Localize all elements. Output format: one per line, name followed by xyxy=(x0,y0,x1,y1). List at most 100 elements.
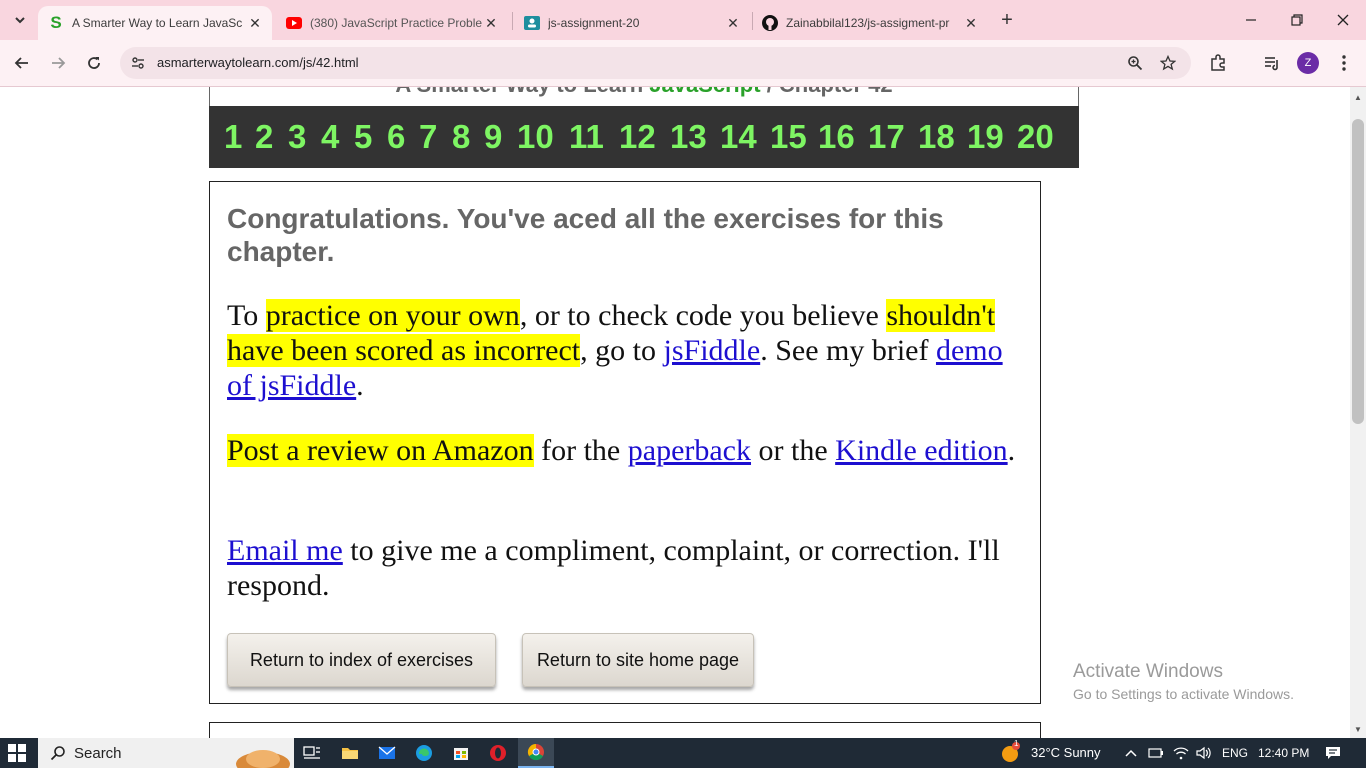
text-span: . xyxy=(1007,434,1016,467)
text-span: . See my brief xyxy=(760,334,936,367)
search-label: Search xyxy=(74,744,122,762)
text-span: To xyxy=(227,299,266,332)
windows-start-icon[interactable] xyxy=(8,744,26,762)
tab-github[interactable]: Zainabbilal123/js-assigment-pr ✕ xyxy=(752,6,988,40)
close-icon[interactable]: ✕ xyxy=(482,14,500,32)
email-paragraph: Email me to give me a compliment, compla… xyxy=(227,533,1027,603)
wifi-icon[interactable] xyxy=(1171,738,1191,768)
close-icon[interactable]: ✕ xyxy=(246,14,264,32)
paperback-link[interactable]: paperback xyxy=(628,434,751,467)
weather-text[interactable]: 32°C Sunny xyxy=(1031,745,1101,760)
exercise-link-6[interactable]: 6 xyxy=(387,118,405,156)
close-icon[interactable]: ✕ xyxy=(724,14,742,32)
scroll-up-icon[interactable]: ▲ xyxy=(1350,89,1366,105)
reload-button[interactable] xyxy=(81,50,107,76)
exercise-link-3[interactable]: 3 xyxy=(288,118,306,156)
minimize-button[interactable] xyxy=(1228,0,1274,40)
address-bar[interactable]: asmarterwaytolearn.com/js/42.html xyxy=(120,47,1191,79)
return-index-button[interactable]: Return to index of exercises xyxy=(227,633,496,687)
search-highlight-illustration xyxy=(236,750,290,768)
highlight-review: Post a review on Amazon xyxy=(227,434,534,467)
exercise-link-7[interactable]: 7 xyxy=(419,118,437,156)
exercise-link-10[interactable]: 10 xyxy=(517,118,554,156)
chrome-icon[interactable] xyxy=(518,738,554,768)
windows-taskbar: Search 1 32°C Sunny ENG 12:40 PM xyxy=(0,738,1366,768)
classroom-icon xyxy=(524,15,540,31)
email-me-link[interactable]: Email me xyxy=(227,534,343,567)
zoom-icon[interactable] xyxy=(1125,53,1145,73)
profile-avatar[interactable]: Z xyxy=(1297,52,1319,74)
notification-icon[interactable] xyxy=(1318,738,1348,768)
exercise-link-18[interactable]: 18 xyxy=(918,118,955,156)
activate-windows-title: Activate Windows xyxy=(1073,661,1223,682)
kebab-menu-icon[interactable] xyxy=(1333,52,1355,74)
back-button[interactable] xyxy=(9,50,35,76)
reload-icon xyxy=(88,57,100,69)
search-icon xyxy=(50,746,65,761)
jsfiddle-link[interactable]: jsFiddle xyxy=(664,334,761,367)
tab-asmarterway[interactable]: S A Smarter Way to Learn JavaSc ✕ xyxy=(38,6,272,40)
text-span: , go to xyxy=(580,334,664,367)
edge-icon[interactable] xyxy=(406,738,442,768)
return-home-button[interactable]: Return to site home page xyxy=(522,633,754,687)
header-suffix: / Chapter 42 xyxy=(767,87,893,97)
activate-windows-subtitle: Go to Settings to activate Windows. xyxy=(1073,686,1294,702)
tab-separator xyxy=(512,12,513,30)
language-indicator[interactable]: ENG xyxy=(1222,746,1248,760)
exercise-link-13[interactable]: 13 xyxy=(670,118,707,156)
taskbar-search-box[interactable]: Search xyxy=(38,738,294,768)
scroll-thumb[interactable] xyxy=(1352,119,1364,424)
exercise-number-bar: 1 2 3 4 5 6 7 8 9 10 11 12 13 14 15 16 1… xyxy=(209,106,1079,168)
tab-title: A Smarter Way to Learn JavaSc xyxy=(72,16,243,30)
clock-time[interactable]: 12:40 PM xyxy=(1258,746,1309,760)
exercise-link-12[interactable]: 12 xyxy=(619,118,656,156)
close-window-button[interactable] xyxy=(1320,0,1366,40)
store-icon[interactable] xyxy=(443,738,479,768)
mail-icon[interactable] xyxy=(369,738,405,768)
tab-youtube[interactable]: (380) JavaScript Practice Proble ✕ xyxy=(276,6,508,40)
extensions-icon[interactable] xyxy=(1207,52,1229,74)
exercise-link-11[interactable]: 11 xyxy=(569,118,604,156)
forward-button[interactable] xyxy=(45,50,71,76)
exercise-link-5[interactable]: 5 xyxy=(354,118,372,156)
text-span: to give me a compliment, complaint, or c… xyxy=(227,534,1000,602)
exercise-link-17[interactable]: 17 xyxy=(868,118,905,156)
arrow-left-icon xyxy=(14,57,28,69)
weather-icon[interactable]: 1 xyxy=(992,738,1028,768)
restore-icon xyxy=(1291,14,1303,26)
media-control-icon[interactable] xyxy=(1261,52,1283,74)
exercise-link-15[interactable]: 15 xyxy=(770,118,807,156)
close-icon[interactable]: ✕ xyxy=(962,14,980,32)
scroll-down-icon[interactable]: ▼ xyxy=(1350,721,1366,737)
exercise-link-8[interactable]: 8 xyxy=(452,118,470,156)
tab-search-button[interactable] xyxy=(8,8,32,32)
close-icon xyxy=(1337,14,1349,26)
tab-classroom[interactable]: js-assignment-20 ✕ xyxy=(514,6,750,40)
exercise-link-2[interactable]: 2 xyxy=(255,118,273,156)
exercise-link-4[interactable]: 4 xyxy=(321,118,339,156)
chapter-header: A Smarter Way to Learn JavaScript / Chap… xyxy=(209,87,1079,107)
file-explorer-icon[interactable] xyxy=(332,738,368,768)
star-icon[interactable] xyxy=(1158,53,1178,73)
exercise-link-14[interactable]: 14 xyxy=(720,118,757,156)
task-view-icon[interactable] xyxy=(294,738,330,768)
opera-icon[interactable] xyxy=(480,738,516,768)
restore-button[interactable] xyxy=(1274,0,1320,40)
weather-badge: 1 xyxy=(1014,739,1019,748)
site-info-icon[interactable] xyxy=(128,53,148,73)
exercise-link-1[interactable]: 1 xyxy=(224,118,242,156)
new-tab-button[interactable]: + xyxy=(995,8,1019,32)
plus-icon: + xyxy=(1001,8,1013,31)
chevron-up-icon[interactable] xyxy=(1120,738,1142,768)
exercise-link-20[interactable]: 20 xyxy=(1017,118,1054,156)
url-text[interactable]: asmarterwaytolearn.com/js/42.html xyxy=(157,55,359,70)
vertical-scrollbar[interactable]: ▲ ▼ xyxy=(1350,87,1366,738)
volume-icon[interactable] xyxy=(1194,738,1214,768)
battery-icon[interactable] xyxy=(1146,738,1166,768)
exercise-link-16[interactable]: 16 xyxy=(818,118,855,156)
exercise-link-19[interactable]: 19 xyxy=(967,118,1004,156)
text-span: . xyxy=(356,369,364,402)
youtube-icon xyxy=(286,15,302,31)
exercise-link-9[interactable]: 9 xyxy=(484,118,502,156)
kindle-edition-link[interactable]: Kindle edition xyxy=(835,434,1007,467)
